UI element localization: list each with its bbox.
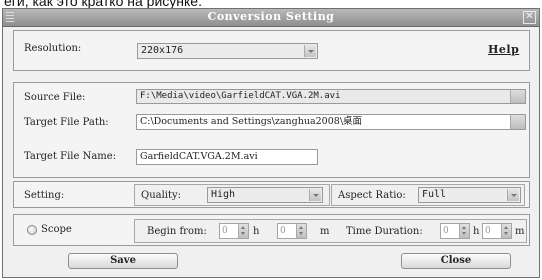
duration-hour-stepper[interactable]: 0 bbox=[440, 223, 470, 239]
scope-range-group: Begin from: 0 h 0 m Time Duration: 0 h 0… bbox=[134, 219, 527, 243]
spin-arrows-icon[interactable] bbox=[501, 224, 511, 238]
resolution-select[interactable]: 220x176 bbox=[137, 43, 318, 59]
title-bar[interactable]: Conversion Setting ✕ bbox=[3, 9, 539, 27]
chevron-down-icon[interactable] bbox=[309, 189, 321, 201]
browse-source-button[interactable] bbox=[510, 90, 525, 103]
target-path-value: C:\Documents and Settings\zanghua2008\桌面 bbox=[140, 116, 363, 127]
save-button[interactable]: Save bbox=[68, 253, 178, 269]
begin-minute-unit: m bbox=[320, 226, 330, 237]
aspect-group: Aspect Ratio: Full bbox=[331, 184, 525, 206]
setting-panel: Setting: Quality: High Aspect Ratio: Ful… bbox=[13, 181, 530, 208]
quality-group: Quality: High bbox=[134, 184, 330, 206]
resolution-label: Resolution: bbox=[24, 43, 82, 54]
chevron-down-icon[interactable] bbox=[304, 45, 316, 57]
dialog-title: Conversion Setting bbox=[207, 10, 335, 23]
duration-minute-stepper[interactable]: 0 bbox=[482, 223, 512, 239]
target-name-label: Target File Name: bbox=[24, 151, 117, 162]
source-file-label: Source File: bbox=[24, 92, 86, 103]
begin-hour-stepper[interactable]: 0 bbox=[219, 223, 249, 239]
files-panel: Source File: F:\Media\video\GarfieldCAT.… bbox=[13, 82, 530, 178]
chevron-down-icon[interactable] bbox=[507, 189, 519, 201]
scope-label: Scope bbox=[41, 224, 72, 235]
browse-target-button[interactable] bbox=[510, 115, 525, 129]
begin-minute-stepper[interactable]: 0 bbox=[277, 223, 307, 239]
background-caption: еги, как это кратко на рисунке. bbox=[4, 0, 202, 8]
aspect-ratio-value: Full bbox=[422, 189, 447, 200]
target-path-label: Target File Path: bbox=[24, 117, 109, 128]
close-button[interactable]: Close bbox=[401, 253, 511, 269]
spin-arrows-icon[interactable] bbox=[459, 224, 469, 238]
quality-value: High bbox=[211, 189, 236, 200]
begin-hour-value: 0 bbox=[222, 226, 228, 236]
aspect-ratio-select[interactable]: Full bbox=[418, 187, 521, 203]
setting-label: Setting: bbox=[24, 190, 65, 201]
time-duration-label: Time Duration: bbox=[346, 226, 423, 237]
aspect-ratio-label: Aspect Ratio: bbox=[338, 190, 406, 201]
target-name-value: GarfieldCAT.VGA.2M.avi bbox=[140, 151, 258, 162]
source-file-field[interactable]: F:\Media\video\GarfieldCAT.VGA.2M.avi bbox=[136, 89, 526, 104]
resolution-value: 220x176 bbox=[141, 45, 184, 56]
duration-minute-value: 0 bbox=[485, 226, 491, 236]
duration-hour-value: 0 bbox=[443, 226, 449, 236]
duration-minute-unit: m bbox=[515, 226, 525, 237]
target-path-field[interactable]: C:\Documents and Settings\zanghua2008\桌面 bbox=[136, 114, 526, 130]
begin-from-label: Begin from: bbox=[147, 226, 207, 237]
duration-hour-unit: h bbox=[473, 226, 480, 237]
conversion-setting-dialog: Conversion Setting ✕ Resolution: 220x176… bbox=[2, 8, 540, 278]
begin-hour-unit: h bbox=[253, 226, 260, 237]
spin-arrows-icon[interactable] bbox=[296, 224, 306, 238]
target-name-input[interactable]: GarfieldCAT.VGA.2M.avi bbox=[136, 149, 318, 165]
begin-minute-value: 0 bbox=[280, 226, 286, 236]
spin-arrows-icon[interactable] bbox=[238, 224, 248, 238]
quality-label: Quality: bbox=[141, 190, 182, 201]
close-icon[interactable]: ✕ bbox=[523, 11, 536, 24]
resolution-panel: Resolution: 220x176 Help bbox=[13, 30, 530, 71]
source-file-value: F:\Media\video\GarfieldCAT.VGA.2M.avi bbox=[140, 91, 341, 101]
scope-panel: Scope Begin from: 0 h 0 m Time Duration:… bbox=[13, 214, 530, 246]
scope-radio[interactable] bbox=[27, 225, 37, 235]
quality-select[interactable]: High bbox=[207, 187, 323, 203]
help-link[interactable]: Help bbox=[488, 43, 519, 56]
